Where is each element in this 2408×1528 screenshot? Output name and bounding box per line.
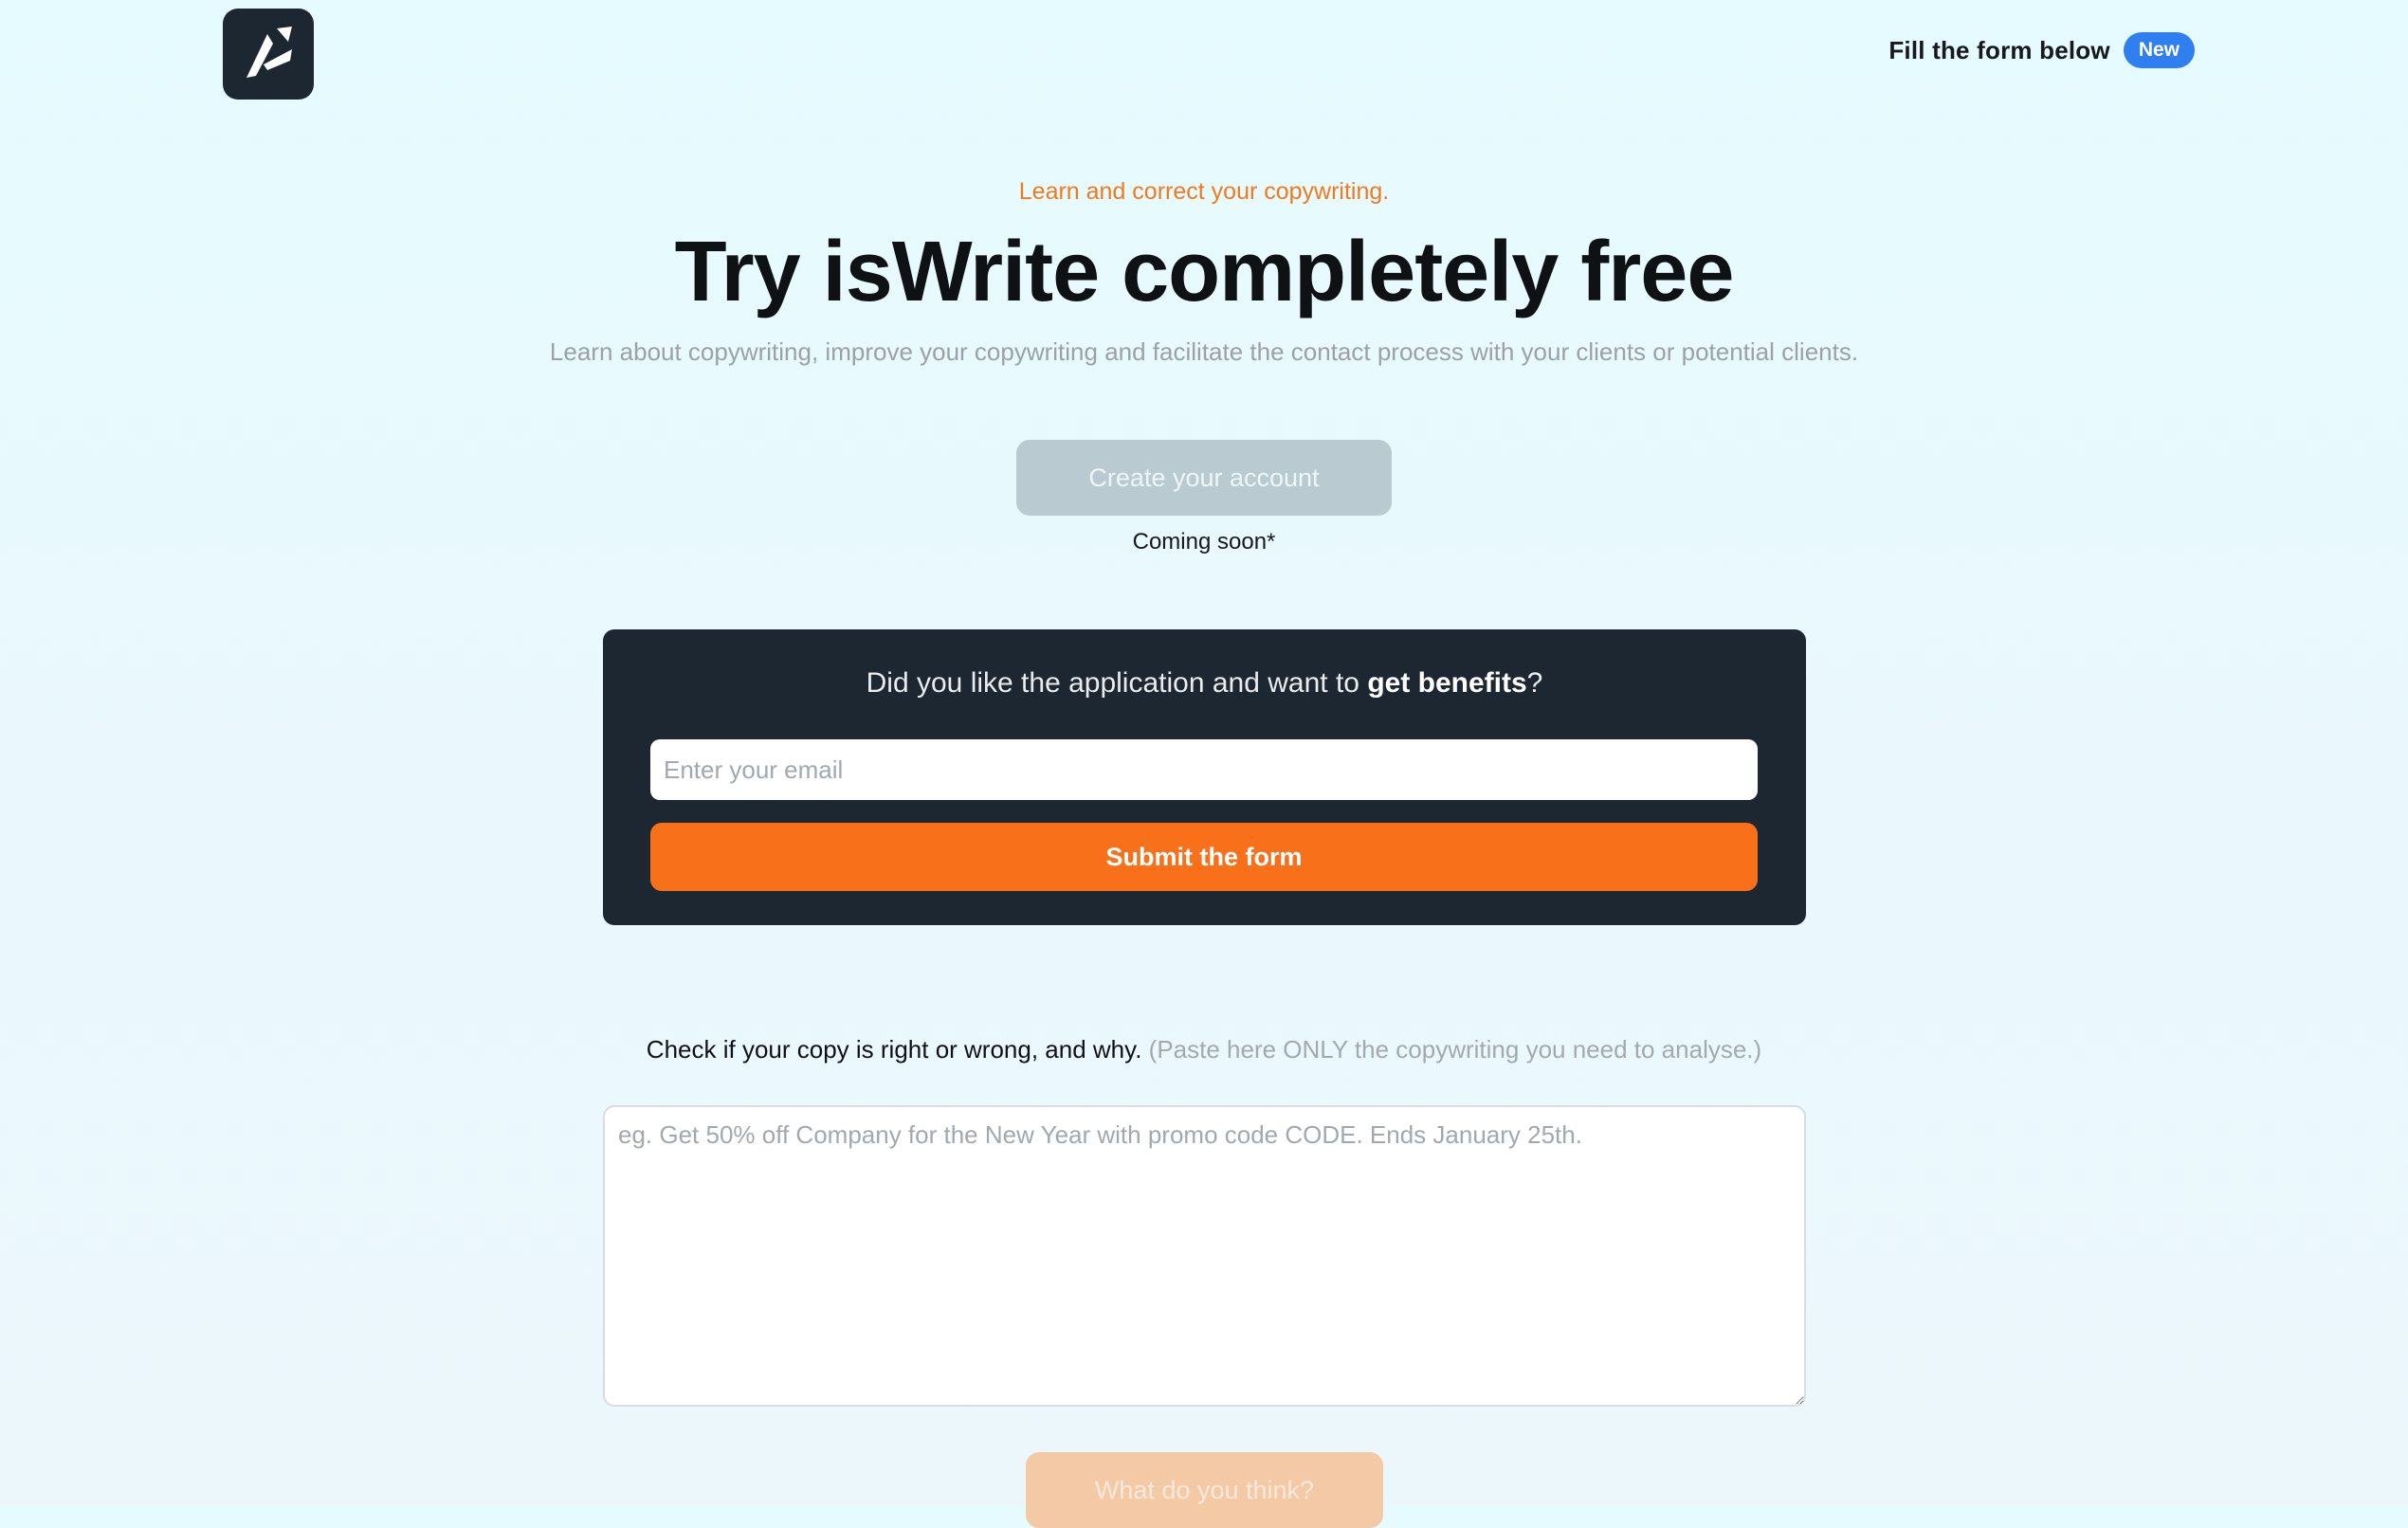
- analyzer-hint: (Paste here ONLY the copywriting you nee…: [1148, 1035, 1762, 1064]
- submit-form-button[interactable]: Submit the form: [650, 823, 1758, 891]
- analyzer-label-main: Check if your copy is right or wrong, an…: [646, 1035, 1142, 1064]
- coming-soon-note: Coming soon*: [1132, 529, 1276, 555]
- create-account-button[interactable]: Create your account: [1016, 440, 1392, 516]
- header-cta-group[interactable]: Fill the form below New: [1888, 32, 2195, 68]
- copy-textarea[interactable]: [603, 1105, 1806, 1407]
- logo-glyph: [246, 27, 292, 78]
- new-badge: New: [2123, 32, 2195, 68]
- analyze-button[interactable]: What do you think?: [1026, 1452, 1383, 1528]
- iswrite-logo-icon[interactable]: [223, 9, 314, 100]
- benefits-heading-prefix: Did you like the application and want to: [866, 667, 1368, 699]
- hero-eyebrow: Learn and correct your copywriting.: [1018, 178, 1390, 205]
- fill-form-link[interactable]: Fill the form below: [1888, 36, 2109, 65]
- benefits-form-card: Did you like the application and want to…: [603, 629, 1806, 925]
- analyzer-label: Check if your copy is right or wrong, an…: [0, 1035, 2408, 1064]
- benefits-heading-bold: get benefits: [1367, 667, 1527, 699]
- page-title: Try isWrite completely free: [674, 225, 1735, 319]
- benefits-heading-suffix: ?: [1526, 667, 1543, 699]
- hero-subtitle: Learn about copywriting, improve your co…: [549, 337, 1859, 366]
- benefits-heading: Did you like the application and want to…: [603, 667, 1806, 700]
- email-field[interactable]: [650, 739, 1758, 800]
